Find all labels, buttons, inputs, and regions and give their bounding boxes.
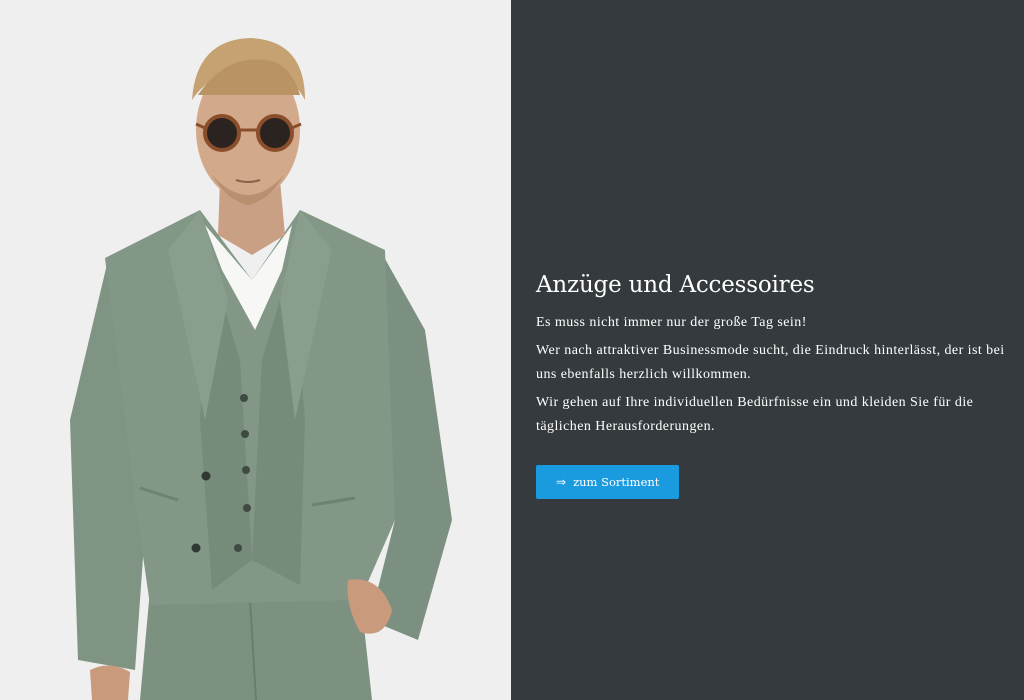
needs-paragraph: Wir gehen auf Ihre individuellen Bedürfn… — [536, 395, 974, 434]
page: Anzüge und Accessoires Es muss nicht imm… — [0, 0, 1024, 700]
cta-label: zum Sortiment — [573, 475, 660, 489]
hero-image — [0, 0, 511, 700]
section-headline: Anzüge und Accessoires — [536, 272, 815, 298]
business-paragraph: Wer nach attraktiver Businessmode sucht,… — [536, 343, 1005, 382]
content-text-block: Anzüge und Accessoires Es muss nicht imm… — [536, 272, 1011, 499]
zum-sortiment-button[interactable]: ⇒ zum Sortiment — [536, 465, 680, 499]
intro-paragraph: Es muss nicht immer nur der große Tag se… — [536, 315, 807, 330]
arrow-right-icon: ⇒ — [556, 475, 567, 489]
content-panel: Anzüge und Accessoires Es muss nicht imm… — [511, 0, 1024, 700]
model-in-green-suit-image — [0, 0, 511, 700]
